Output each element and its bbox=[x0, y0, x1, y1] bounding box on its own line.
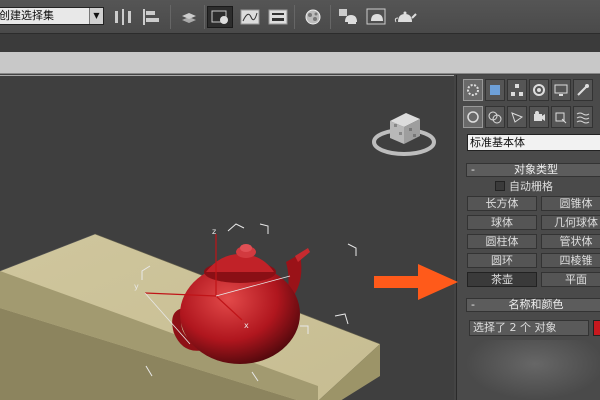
curve-editor-icon bbox=[240, 9, 260, 25]
toolbar-separator bbox=[204, 5, 205, 29]
mirror-icon bbox=[115, 9, 131, 25]
rendered-frame-button[interactable] bbox=[364, 6, 390, 28]
torus-button[interactable]: 圆环 bbox=[467, 253, 537, 268]
helpers-icon bbox=[555, 112, 567, 124]
motion-tab-icon bbox=[533, 84, 545, 96]
utilities-tab[interactable] bbox=[573, 79, 593, 101]
align-icon bbox=[143, 9, 159, 25]
autogrid-checkbox[interactable]: 自动栅格 bbox=[495, 179, 553, 193]
chevron-down-icon[interactable]: ▼ bbox=[89, 8, 103, 24]
plane-button[interactable]: 平面 bbox=[541, 272, 600, 287]
toolbar-separator bbox=[330, 5, 331, 29]
rendered-frame-icon bbox=[366, 8, 386, 25]
checkbox-box[interactable] bbox=[495, 181, 505, 191]
perspective-viewport[interactable]: y z x bbox=[0, 75, 454, 400]
layer-manager-icon bbox=[182, 13, 196, 23]
axis-label-y: y bbox=[134, 282, 139, 291]
toolbar-strip-light bbox=[0, 52, 600, 74]
object-color-swatch[interactable] bbox=[593, 320, 600, 336]
lights-icon bbox=[511, 112, 524, 123]
layer-manager-button[interactable] bbox=[176, 6, 202, 28]
space-warps-tab[interactable] bbox=[573, 106, 593, 128]
viewport-scene: y z x bbox=[0, 113, 436, 400]
display-tab-icon bbox=[554, 84, 568, 96]
utilities-tab-icon bbox=[577, 84, 589, 96]
create-tab-icon bbox=[467, 84, 479, 96]
object-type-rollout[interactable]: - 对象类型 bbox=[466, 163, 600, 177]
modify-tab-icon bbox=[490, 85, 500, 95]
axis-label-x: x bbox=[244, 321, 249, 330]
geometry-icon bbox=[467, 111, 479, 123]
hierarchy-tab-icon bbox=[511, 84, 523, 96]
autogrid-label: 自动栅格 bbox=[509, 180, 553, 193]
geometry-tab[interactable] bbox=[463, 106, 483, 128]
helpers-tab[interactable] bbox=[551, 106, 571, 128]
space-warps-icon bbox=[576, 112, 590, 124]
command-panel: 标准基本体 - 对象类型 自动栅格 长方体 圆锥体 球体 几何球体 圆柱体 管状… bbox=[456, 75, 600, 400]
modify-tab[interactable] bbox=[485, 79, 505, 101]
shapes-icon bbox=[488, 111, 502, 124]
object-name-field[interactable]: 选择了 2 个 对象 bbox=[469, 320, 589, 336]
name-color-rollout[interactable]: - 名称和颜色 bbox=[466, 298, 600, 312]
curve-editor-button[interactable] bbox=[237, 6, 263, 28]
material-editor-icon bbox=[305, 9, 321, 25]
render-setup-icon bbox=[339, 9, 357, 24]
collapse-icon: - bbox=[471, 163, 475, 176]
category-dropdown[interactable]: 标准基本体 bbox=[467, 134, 600, 151]
blurred-region bbox=[465, 340, 600, 400]
scene-explorer-button[interactable] bbox=[207, 6, 233, 28]
pyramid-button[interactable]: 四棱锥 bbox=[541, 253, 600, 268]
sphere-button[interactable]: 球体 bbox=[467, 215, 537, 230]
cone-button[interactable]: 圆锥体 bbox=[541, 196, 600, 211]
collapse-icon: - bbox=[471, 298, 475, 311]
command-panel-sub-tabs bbox=[463, 106, 593, 128]
render-production-button[interactable] bbox=[392, 6, 418, 28]
annotation-arrow bbox=[374, 264, 458, 300]
mirror-button[interactable] bbox=[110, 6, 136, 28]
named-selection-set-dropdown[interactable]: 创建选择集 ▼ bbox=[0, 7, 104, 25]
main-toolbar: 创建选择集 ▼ bbox=[0, 0, 600, 34]
command-panel-main-tabs bbox=[463, 79, 593, 101]
viewcube[interactable] bbox=[372, 113, 436, 156]
name-color-title: 名称和颜色 bbox=[508, 298, 564, 311]
scene-explorer-icon bbox=[211, 10, 228, 24]
lights-tab[interactable] bbox=[507, 106, 527, 128]
hierarchy-tab[interactable] bbox=[507, 79, 527, 101]
toolbar-separator bbox=[170, 5, 171, 29]
render-teapot-icon bbox=[394, 11, 417, 23]
toolbar-separator bbox=[294, 5, 295, 29]
toolbar-strip-dark bbox=[0, 34, 600, 52]
object-type-title: 对象类型 bbox=[514, 163, 558, 176]
selection-set-text: 创建选择集 bbox=[0, 9, 54, 22]
geosphere-button[interactable]: 几何球体 bbox=[541, 215, 600, 230]
align-button[interactable] bbox=[138, 6, 164, 28]
motion-tab[interactable] bbox=[529, 79, 549, 101]
box-button[interactable]: 长方体 bbox=[467, 196, 537, 211]
schematic-view-icon bbox=[268, 9, 288, 25]
display-tab[interactable] bbox=[551, 79, 571, 101]
material-editor-button[interactable] bbox=[300, 6, 326, 28]
teapot-button[interactable]: 茶壶 bbox=[467, 272, 537, 287]
cameras-icon bbox=[534, 111, 545, 121]
tube-button[interactable]: 管状体 bbox=[541, 234, 600, 249]
cameras-tab[interactable] bbox=[529, 106, 549, 128]
shapes-tab[interactable] bbox=[485, 106, 505, 128]
schematic-view-button[interactable] bbox=[265, 6, 291, 28]
create-tab[interactable] bbox=[463, 79, 483, 101]
axis-label-z: z bbox=[212, 227, 216, 236]
render-setup-button[interactable] bbox=[336, 6, 362, 28]
cylinder-button[interactable]: 圆柱体 bbox=[467, 234, 537, 249]
